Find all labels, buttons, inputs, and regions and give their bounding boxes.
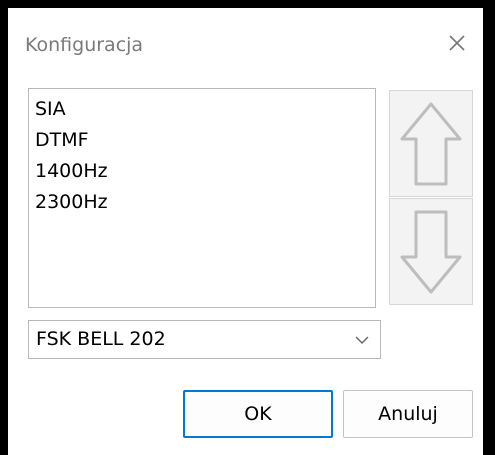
cancel-button[interactable]: Anuluj: [343, 390, 473, 438]
protocol-list[interactable]: SIA DTMF 1400Hz 2300Hz: [28, 88, 376, 308]
list-item[interactable]: SIA: [29, 94, 375, 125]
chevron-down-icon[interactable]: [354, 333, 370, 347]
move-down-button[interactable]: [389, 198, 473, 305]
ok-button[interactable]: OK: [183, 390, 333, 438]
dialog: Konfiguracja SIA DTMF 1400Hz 2300Hz FSK …: [8, 8, 483, 455]
dialog-title: Konfiguracja: [25, 34, 144, 56]
format-select-value: FSK BELL 202: [36, 328, 166, 350]
close-button[interactable]: [440, 26, 474, 60]
list-item[interactable]: 1400Hz: [29, 156, 375, 187]
arrow-down-icon: [400, 210, 462, 293]
move-up-button[interactable]: [389, 90, 473, 197]
close-icon: [449, 35, 465, 51]
arrow-up-icon: [400, 102, 462, 185]
list-item[interactable]: DTMF: [29, 125, 375, 156]
format-select[interactable]: FSK BELL 202: [28, 320, 381, 359]
list-item[interactable]: 2300Hz: [29, 187, 375, 218]
title-bar: Konfiguracja: [8, 8, 483, 78]
